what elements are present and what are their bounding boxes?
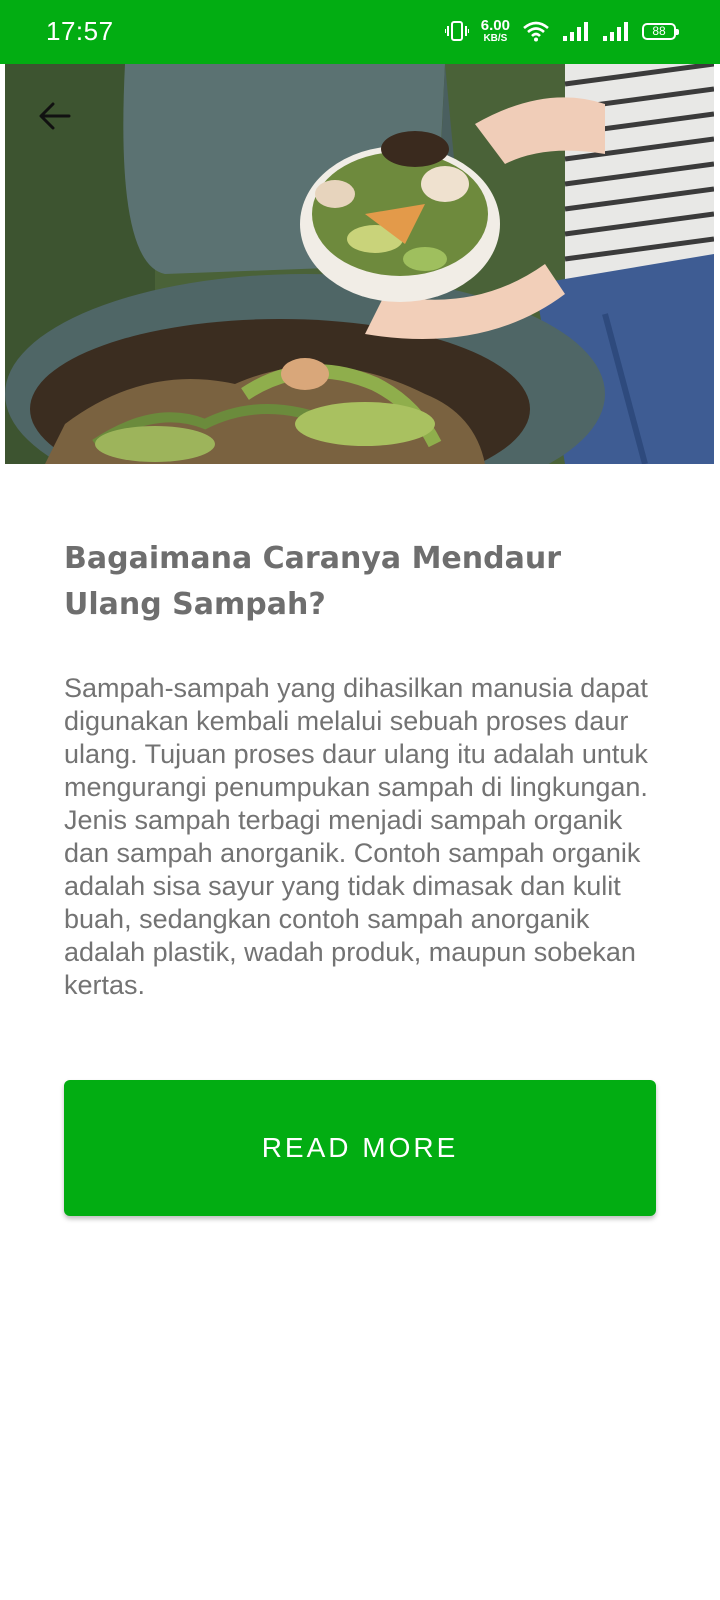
- wifi-icon: [523, 21, 549, 42]
- article-body: Sampah-sampah yang dihasilkan manusia da…: [64, 673, 648, 1000]
- article-title: Bagaimana Caranya Mendaur Ulang Sampah?: [64, 541, 561, 622]
- status-bar: 17:57 6.00 KB/S 88: [0, 0, 720, 64]
- hero-image: [5, 64, 714, 464]
- status-icons: 6.00 KB/S 88: [444, 18, 679, 44]
- network-speed: 6.00 KB/S: [481, 18, 510, 44]
- compost-bin-illustration: [5, 64, 714, 464]
- battery-icon: 88: [642, 22, 679, 40]
- signal-icon: [563, 22, 588, 41]
- vibrate-icon: [444, 21, 469, 41]
- read-more-button[interactable]: READ MORE: [64, 1080, 656, 1216]
- article: Bagaimana Caranya Mendaur Ulang Sampah?: [64, 536, 660, 628]
- status-time: 17:57: [46, 16, 114, 46]
- arrow-left-icon: [39, 102, 71, 130]
- battery-level: 88: [652, 24, 666, 38]
- network-speed-unit: KB/S: [483, 33, 508, 44]
- signal-icon: [603, 22, 628, 41]
- back-button[interactable]: [37, 98, 77, 138]
- network-speed-value: 6.00: [480, 17, 510, 34]
